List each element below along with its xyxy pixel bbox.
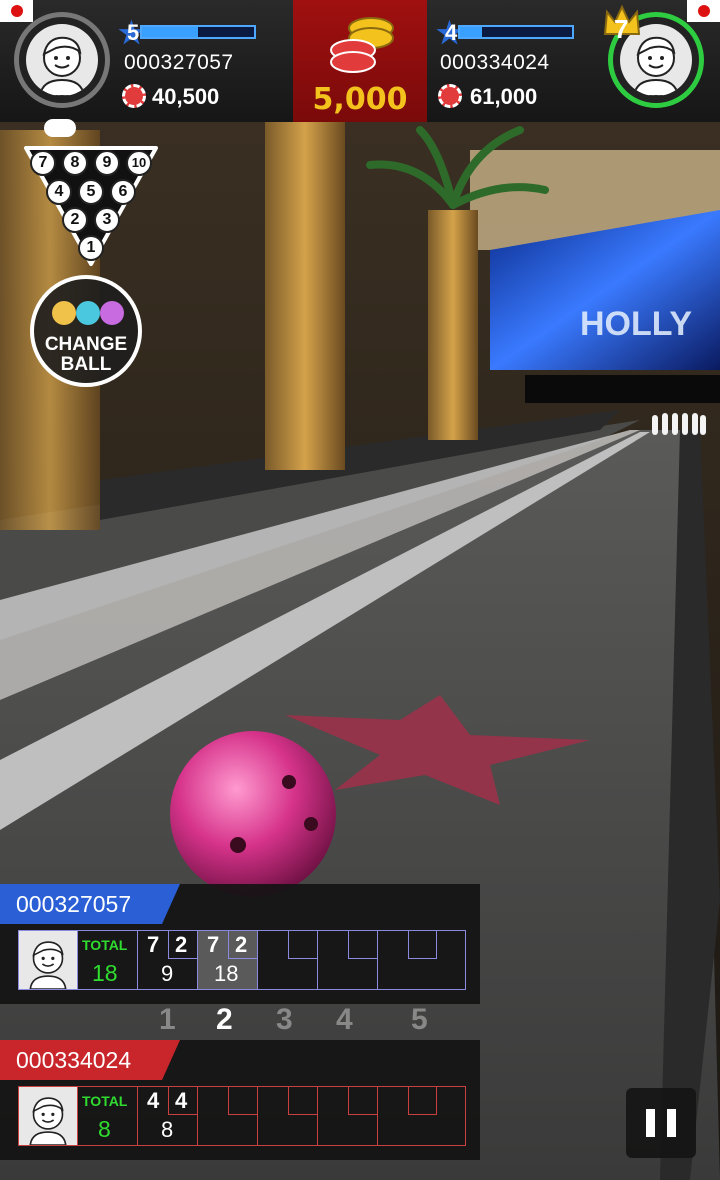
frame-score: 9 <box>161 961 174 986</box>
roll-1: 4 <box>147 1088 160 1113</box>
frame-2 <box>197 1087 257 1145</box>
ball-options-icon <box>50 299 126 327</box>
frame-4 <box>317 1087 377 1145</box>
pin-3: 3 <box>94 207 120 233</box>
roll-2: 4 <box>175 1088 188 1113</box>
chat-bubble-icon[interactable] <box>44 119 76 137</box>
player1-frames: TOTAL 18 7 2 9 7 2 18 <box>18 930 466 990</box>
frame-number-2: 2 <box>216 1003 233 1036</box>
pin-4: 4 <box>46 179 72 205</box>
pin-2: 2 <box>62 207 88 233</box>
pin-8: 8 <box>62 150 88 176</box>
total-cell: TOTAL 18 <box>77 931 137 989</box>
pause-button[interactable] <box>626 1088 696 1158</box>
player1-level-bar <box>140 25 256 39</box>
player2-chips: 61,000 <box>470 84 538 109</box>
total-label: TOTAL <box>82 1093 128 1109</box>
roll-1: 7 <box>147 932 160 957</box>
avatar-icon <box>19 1087 77 1146</box>
frame-1: 7 2 9 <box>137 931 197 989</box>
frame-number-4: 4 <box>336 1003 353 1036</box>
pin-rack: 7 8 9 10 4 5 6 2 3 1 <box>22 142 160 266</box>
player2-level-badge: 4 <box>445 20 458 45</box>
player1-avatar[interactable] <box>14 12 110 108</box>
frame-3 <box>257 931 317 989</box>
svg-text:HOLLY: HOLLY <box>580 305 692 343</box>
player2-frames: TOTAL 8 4 4 8 <box>18 1086 466 1146</box>
total-value: 8 <box>98 1116 111 1142</box>
player2-level-bar <box>458 25 574 39</box>
scoreboard-player2: 000334024 TOTAL 8 4 4 8 <box>0 1040 480 1160</box>
pin-1: 1 <box>78 235 104 261</box>
pin-10: 10 <box>126 150 152 176</box>
pin-7: 7 <box>30 150 56 176</box>
frame-number-3: 3 <box>276 1003 293 1036</box>
total-value: 18 <box>92 960 118 986</box>
scoreboard-player1-id: 000327057 <box>16 891 132 917</box>
frame-number-1: 1 <box>159 1003 176 1036</box>
change-ball-label-1: CHANGE <box>44 334 128 355</box>
player1-chips: 40,500 <box>152 84 220 109</box>
frame-4 <box>317 931 377 989</box>
top-hud: ★ 5 000327057 40,500 5,000 ★ 4 000334024… <box>0 0 720 122</box>
chips-icon <box>122 84 146 108</box>
frame-score: 18 <box>214 961 239 986</box>
pot-panel: 5,000 <box>293 0 427 122</box>
flag-japan-icon <box>687 0 720 22</box>
bowling-ball <box>170 731 336 897</box>
player2-tag: 000334024 <box>0 1040 180 1080</box>
pin-6: 6 <box>110 179 136 205</box>
player2-id: 000334024 <box>440 51 550 74</box>
total-cell: TOTAL 8 <box>77 1087 137 1145</box>
player2-level: 7 <box>614 14 629 44</box>
total-label: TOTAL <box>82 937 128 953</box>
flag-japan-icon <box>0 0 33 22</box>
change-ball-label-2: BALL <box>60 354 112 375</box>
roll-2: 2 <box>235 932 248 957</box>
frame-5 <box>377 1087 465 1145</box>
player1-tag: 000327057 <box>0 884 180 924</box>
roll-2: 2 <box>175 932 188 957</box>
chips-icon <box>330 17 394 73</box>
roll-1: 7 <box>207 932 220 957</box>
pin-9: 9 <box>94 150 120 176</box>
avatar-icon <box>19 931 77 990</box>
frame-3 <box>257 1087 317 1145</box>
player1-level: 5 <box>127 20 140 45</box>
chips-icon <box>438 84 462 108</box>
frame-2: 7 2 18 <box>197 931 257 989</box>
frame-5 <box>377 931 465 989</box>
pin-5: 5 <box>78 179 104 205</box>
player1-id: 000327057 <box>124 51 234 74</box>
change-ball-button[interactable]: CHANGE BALL <box>30 275 142 387</box>
avatar-icon <box>26 24 98 96</box>
scoreboard-player1: 000327057 TOTAL 18 7 2 9 7 2 18 <box>0 884 480 1004</box>
frame-number-5: 5 <box>411 1003 428 1036</box>
scoreboard-player2-id: 000334024 <box>16 1047 132 1073</box>
frame-score: 8 <box>161 1117 174 1142</box>
frame-1: 4 4 8 <box>137 1087 197 1145</box>
pot-value: 5,000 <box>312 82 408 117</box>
